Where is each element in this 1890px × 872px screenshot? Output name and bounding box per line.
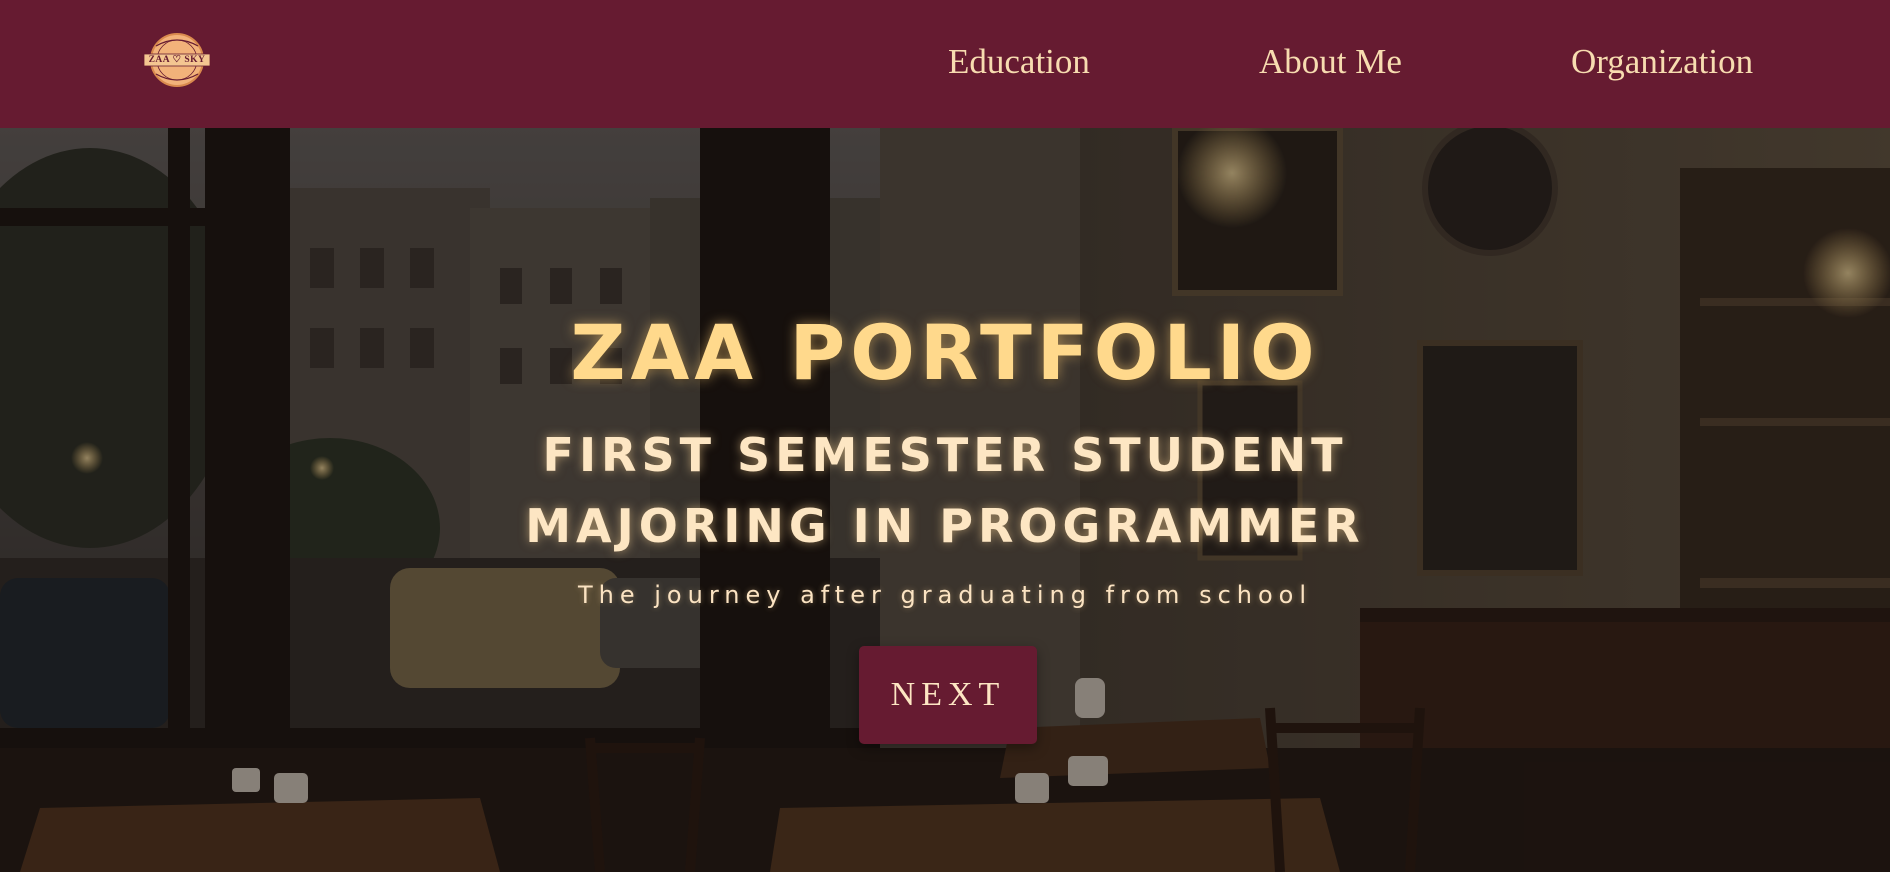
logo[interactable]: ZAA ♡ SKY [142, 32, 212, 88]
nav-about-me-link[interactable]: About Me [1259, 38, 1402, 86]
hero-title: ZAA PORTFOLIO [570, 308, 1320, 397]
hero-section: ZAA PORTFOLIO FIRST SEMESTER STUDENT MAJ… [0, 128, 1890, 872]
nav-education-link[interactable]: Education [948, 38, 1090, 86]
hero-subtitle-line-2: MAJORING IN PROGRAMMER [525, 499, 1365, 553]
nav-organization-link[interactable]: Organization [1571, 38, 1753, 86]
logo-wordmark: ZAA ♡ SKY [148, 55, 206, 65]
hero-subtitle-line-1: FIRST SEMESTER STUDENT [542, 428, 1348, 482]
next-button[interactable]: NEXT [859, 646, 1037, 744]
hero-subtitle: FIRST SEMESTER STUDENT MAJORING IN PROGR… [0, 420, 1890, 562]
hero-content: ZAA PORTFOLIO FIRST SEMESTER STUDENT MAJ… [0, 128, 1890, 872]
hero-tagline: The journey after graduating from school [577, 581, 1313, 609]
navbar: ZAA ♡ SKY Education About Me Organizatio… [0, 0, 1890, 128]
